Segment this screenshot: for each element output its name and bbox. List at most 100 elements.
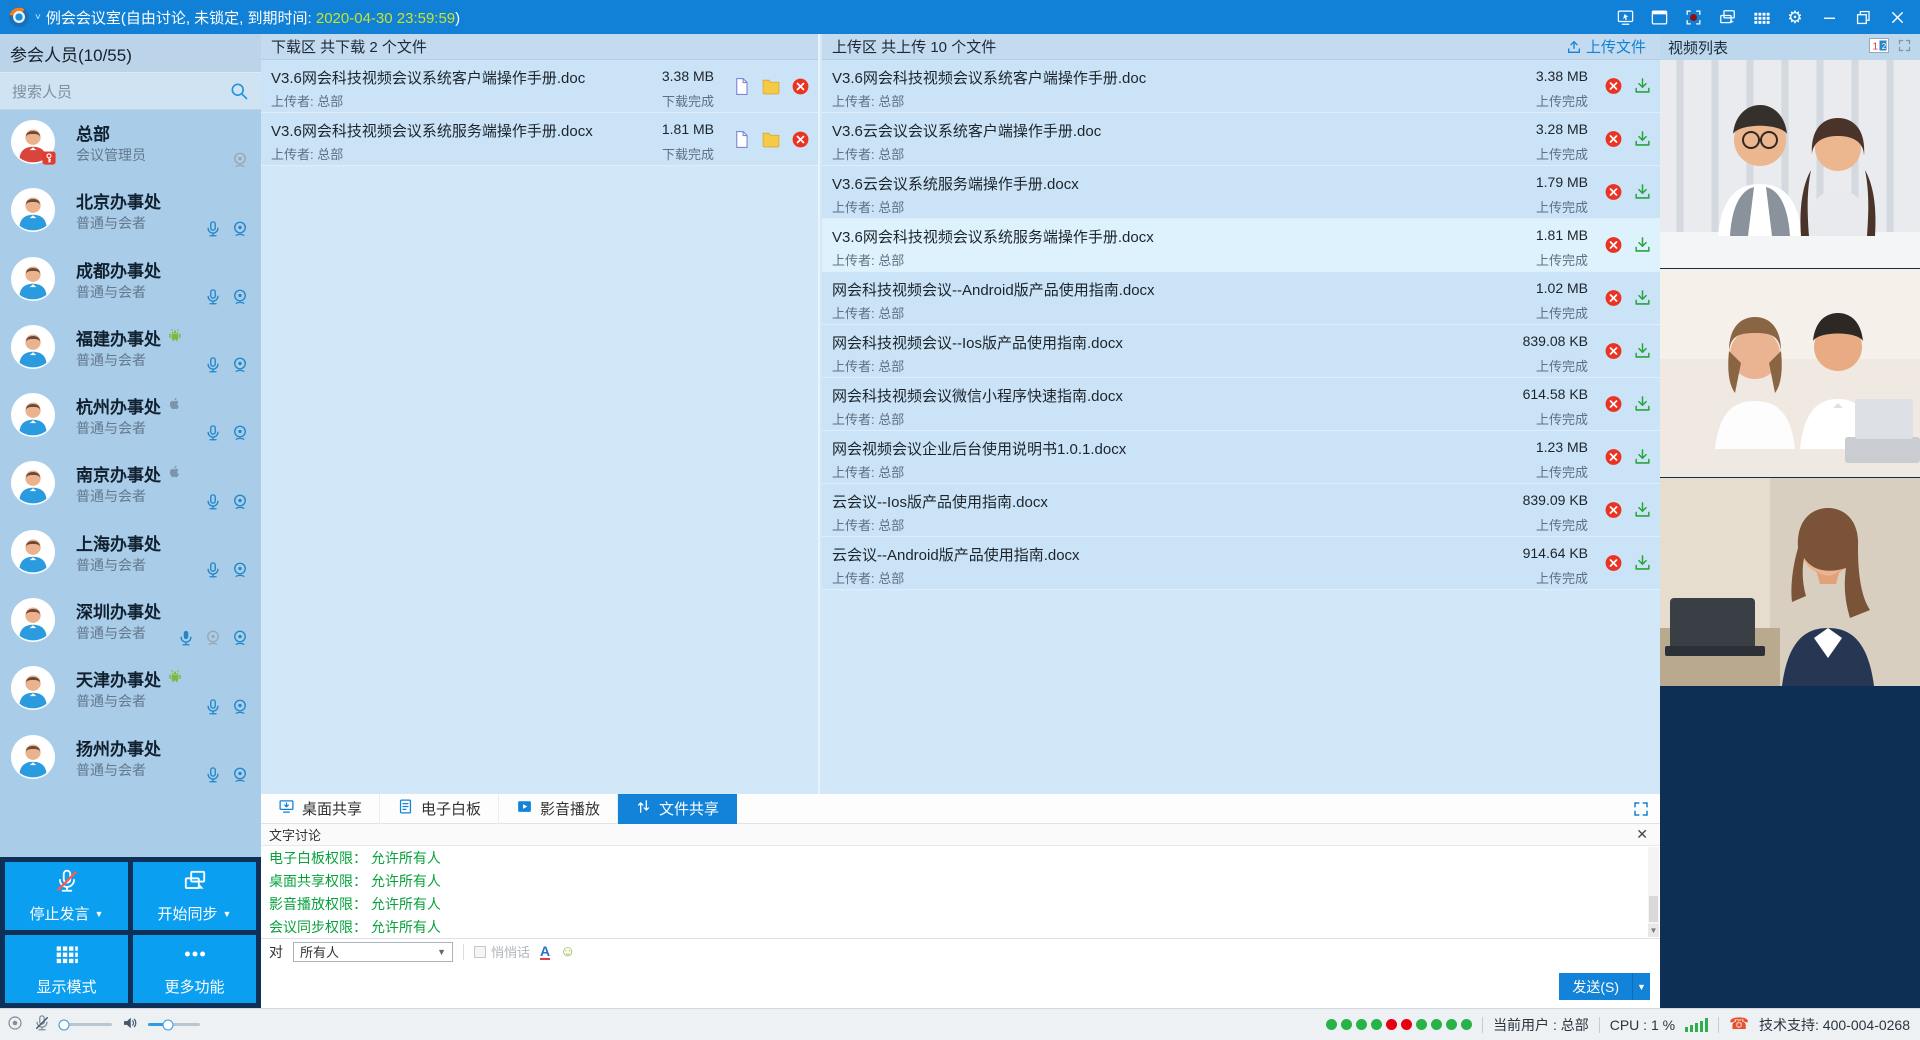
delete-file-icon[interactable]	[791, 130, 810, 149]
search-input[interactable]: 搜索人员	[0, 72, 261, 110]
webcam-icon[interactable]	[231, 629, 249, 647]
cancel-upload-icon[interactable]	[1604, 448, 1623, 467]
participant-row[interactable]: 上海办事处普通与会者	[0, 520, 261, 588]
speaker-volume-slider[interactable]	[148, 1023, 200, 1026]
search-icon[interactable]	[229, 81, 249, 101]
upload-file-row[interactable]: V3.6云会议会议系统客户端操作手册.doc上传者: 总部3.28 MB上传完成	[822, 113, 1660, 166]
download-file-icon[interactable]	[1633, 395, 1652, 414]
upload-file-button[interactable]: 上传文件	[1566, 36, 1650, 57]
webcam-icon[interactable]	[231, 220, 249, 238]
mic-icon[interactable]	[204, 698, 222, 716]
mic-icon[interactable]	[204, 220, 222, 238]
webcam-gray-icon[interactable]	[204, 629, 222, 647]
cancel-upload-icon[interactable]	[1604, 501, 1623, 520]
chat-close-icon[interactable]: ✕	[1636, 826, 1652, 843]
app-logo-icon[interactable]	[8, 6, 30, 28]
tab-media[interactable]: 影音播放	[499, 794, 618, 824]
upload-file-row[interactable]: V3.6云会议系统服务端操作手册.docx上传者: 总部1.79 MB上传完成	[822, 166, 1660, 219]
close-button[interactable]	[1882, 4, 1912, 30]
font-color-icon[interactable]: A	[540, 944, 550, 960]
chat-scrollbar[interactable]: ▼	[1648, 847, 1659, 937]
upload-file-row[interactable]: V3.6网会科技视频会议系统客户端操作手册.doc上传者: 总部3.38 MB上…	[822, 60, 1660, 113]
grid-button[interactable]: 显示模式	[5, 935, 128, 1003]
cancel-upload-icon[interactable]	[1604, 183, 1623, 202]
participant-row[interactable]: 总部会议管理员	[0, 110, 261, 178]
layout-1-2-icon[interactable]: 12	[1869, 38, 1889, 57]
download-file-row[interactable]: V3.6网会科技视频会议系统服务端操作手册.docx上传者: 总部1.81 MB…	[261, 113, 818, 166]
upload-file-row[interactable]: 网会科技视频会议--Android版产品使用指南.docx上传者: 总部1.02…	[822, 272, 1660, 325]
screen-share-icon[interactable]	[1610, 4, 1640, 30]
caret-down-icon[interactable]: ▼	[223, 909, 232, 919]
tab-fileshare[interactable]: 文件共享	[618, 794, 737, 824]
open-folder-icon[interactable]	[761, 76, 781, 96]
mic-icon[interactable]	[204, 561, 222, 579]
delete-file-icon[interactable]	[791, 77, 810, 96]
cancel-upload-icon[interactable]	[1604, 77, 1623, 96]
dialpad-icon[interactable]	[1746, 4, 1776, 30]
download-file-icon[interactable]	[1633, 183, 1652, 202]
cancel-upload-icon[interactable]	[1604, 395, 1623, 414]
caret-down-icon[interactable]: ▼	[95, 909, 104, 919]
upload-file-row[interactable]: 云会议--Android版产品使用指南.docx上传者: 总部914.64 KB…	[822, 537, 1660, 590]
video-thumbnail-smiling-pair[interactable]	[1660, 269, 1920, 477]
restore-button[interactable]	[1848, 4, 1878, 30]
webcam-icon[interactable]	[231, 288, 249, 306]
participant-row[interactable]: 南京办事处普通与会者	[0, 451, 261, 519]
expand-panel-icon[interactable]	[1632, 800, 1650, 818]
participant-row[interactable]: 北京办事处普通与会者	[0, 178, 261, 246]
video-thumbnail-woman-with-laptop[interactable]	[1660, 478, 1920, 686]
sync-button[interactable]: 开始同步▼	[133, 862, 256, 930]
webcam-gray-icon[interactable]	[231, 151, 249, 169]
send-options-caret[interactable]: ▼	[1632, 973, 1650, 1000]
cancel-upload-icon[interactable]	[1604, 236, 1623, 255]
download-file-icon[interactable]	[1633, 236, 1652, 255]
download-file-icon[interactable]	[1633, 554, 1652, 573]
participant-row[interactable]: 福建办事处普通与会者	[0, 315, 261, 383]
mic-icon[interactable]	[204, 424, 222, 442]
participant-row[interactable]: 杭州办事处普通与会者	[0, 383, 261, 451]
download-file-icon[interactable]	[1633, 77, 1652, 96]
webcam-icon[interactable]	[231, 698, 249, 716]
emoji-icon[interactable]: ☺	[560, 944, 575, 959]
video-thumbnail-meeting-pair[interactable]	[1660, 60, 1920, 268]
webcam-icon[interactable]	[231, 493, 249, 511]
download-file-icon[interactable]	[1633, 289, 1652, 308]
download-file-icon[interactable]	[1633, 342, 1652, 361]
cancel-upload-icon[interactable]	[1604, 130, 1623, 149]
tab-whiteboard[interactable]: 电子白板	[380, 794, 499, 824]
mic-volume-slider[interactable]	[60, 1023, 112, 1026]
webcam-icon[interactable]	[231, 766, 249, 784]
whisper-checkbox[interactable]: 悄悄话	[474, 942, 530, 961]
settings-gear-icon[interactable]: ⚙	[1780, 4, 1810, 30]
recipient-select[interactable]: 所有人▼	[293, 942, 453, 962]
mic-icon[interactable]	[204, 493, 222, 511]
upload-file-row[interactable]: 网会视频会议企业后台使用说明书1.0.1.docx上传者: 总部1.23 MB上…	[822, 431, 1660, 484]
cancel-upload-icon[interactable]	[1604, 289, 1623, 308]
upload-file-row[interactable]: 网会科技视频会议--Ios版产品使用指南.docx上传者: 总部839.08 K…	[822, 325, 1660, 378]
download-file-icon[interactable]	[1633, 501, 1652, 520]
participant-row[interactable]: 成都办事处普通与会者	[0, 247, 261, 315]
upload-file-row[interactable]: 云会议--Ios版产品使用指南.docx上传者: 总部839.09 KB上传完成	[822, 484, 1660, 537]
mic-icon[interactable]	[204, 766, 222, 784]
record-icon[interactable]	[1678, 4, 1708, 30]
more-button[interactable]: 更多功能	[133, 935, 256, 1003]
open-folder-icon[interactable]	[761, 129, 781, 149]
open-file-icon[interactable]	[732, 77, 751, 96]
layout-window-icon[interactable]	[1644, 4, 1674, 30]
scrollbar-thumb[interactable]	[1649, 896, 1658, 922]
download-file-icon[interactable]	[1633, 130, 1652, 149]
open-file-icon[interactable]	[732, 130, 751, 149]
mic-stop-button[interactable]: 停止发言▼	[5, 862, 128, 930]
participant-row[interactable]: 深圳办事处普通与会者	[0, 588, 261, 656]
sync-screens-icon[interactable]	[1712, 4, 1742, 30]
mic-active-icon[interactable]	[177, 629, 195, 647]
upload-file-row[interactable]: V3.6网会科技视频会议系统服务端操作手册.docx上传者: 总部1.81 MB…	[822, 219, 1660, 272]
tab-desktop[interactable]: 桌面共享	[261, 794, 380, 824]
send-button[interactable]: 发送(S) ▼	[1559, 973, 1650, 1000]
mic-icon[interactable]	[204, 288, 222, 306]
expand-videos-icon[interactable]	[1897, 38, 1912, 57]
participant-row[interactable]: 天津办事处普通与会者	[0, 656, 261, 724]
audio-settings-icon[interactable]	[6, 1014, 24, 1035]
chevron-down-icon[interactable]: ˅	[35, 12, 41, 23]
checkbox-icon[interactable]	[474, 946, 486, 958]
